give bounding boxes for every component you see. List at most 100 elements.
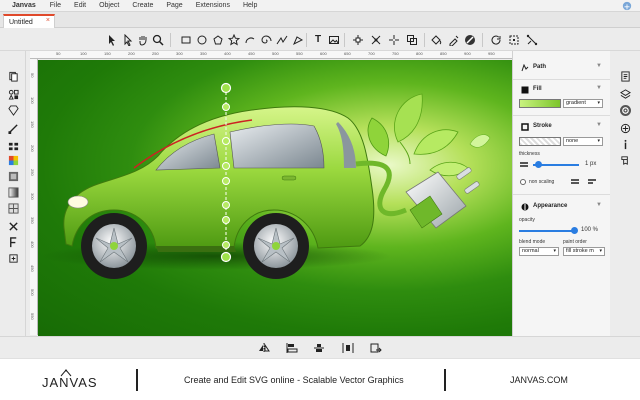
flip-horizontal-icon[interactable]: [258, 342, 270, 354]
swatches-icon[interactable]: [8, 171, 19, 182]
tab-label: Untitled: [9, 18, 33, 26]
star-icon[interactable]: [227, 33, 241, 46]
drawing-canvas[interactable]: [38, 60, 512, 336]
zoom-icon[interactable]: [152, 34, 164, 46]
appearance-collapse-icon[interactable]: ▼: [596, 202, 602, 208]
history-icon[interactable]: [620, 155, 631, 166]
polygon-icon[interactable]: [212, 34, 224, 46]
car-headlight: [67, 195, 89, 209]
line-join-icon[interactable]: [587, 178, 597, 186]
pages-icon[interactable]: [8, 71, 19, 82]
paint-order-select[interactable]: fill stroke m: [563, 247, 605, 256]
opacity-value[interactable]: 100 %: [581, 227, 598, 233]
thickness-icon: [520, 162, 528, 167]
align-distribute-icon[interactable]: [8, 141, 19, 152]
ruler-tick: 500: [272, 51, 279, 56]
ruler-tick: 550: [296, 51, 303, 56]
blend-mode-select[interactable]: normal: [519, 247, 559, 256]
pattern-icon[interactable]: [8, 203, 19, 214]
footer-site-link[interactable]: JANVAS.COM: [510, 375, 568, 385]
properties-panel: Path ▼ Fill ▼ gradient Stroke ▼ none thi…: [512, 51, 611, 341]
stroke-color-swatch[interactable]: [519, 137, 561, 146]
align-center-icon[interactable]: [313, 342, 325, 354]
opacity-slider-handle[interactable]: [571, 227, 578, 234]
fill-collapse-icon[interactable]: ▼: [596, 85, 602, 91]
ruler-tick: 250: [30, 169, 35, 176]
tab-close-icon[interactable]: ×: [46, 17, 50, 24]
menu-create[interactable]: Create: [132, 2, 153, 9]
menu-help[interactable]: Help: [243, 2, 257, 9]
node-edit-icon[interactable]: [352, 34, 364, 46]
text-tool-icon[interactable]: T: [312, 34, 324, 46]
menu-extensions[interactable]: Extensions: [196, 2, 230, 9]
pen-path-icon[interactable]: [292, 34, 304, 46]
gradient-palette-icon[interactable]: [8, 187, 19, 198]
ruler-tick: 350: [30, 217, 35, 224]
break-path-icon[interactable]: [388, 34, 400, 46]
edit-node-icon[interactable]: [8, 123, 19, 134]
fill-type-select[interactable]: gradient: [563, 99, 603, 108]
non-scaling-checkbox[interactable]: [520, 179, 526, 185]
car-rear-window: [229, 123, 325, 169]
spiral-icon[interactable]: [260, 34, 272, 46]
gradient-tool-icon[interactable]: [464, 34, 476, 46]
thickness-value[interactable]: 1 px: [585, 161, 596, 167]
opacity-slider-track[interactable]: [519, 230, 575, 232]
menu-object[interactable]: Object: [99, 2, 119, 9]
info-icon[interactable]: [620, 139, 631, 150]
stroke-collapse-icon[interactable]: ▼: [596, 122, 602, 128]
align-left-icon[interactable]: [286, 342, 298, 354]
filter-icon[interactable]: [8, 253, 19, 264]
rectangle-icon[interactable]: [180, 34, 192, 46]
ruler-tick: 150: [104, 51, 111, 56]
distribute-icon[interactable]: [342, 342, 354, 354]
image-icon[interactable]: [328, 34, 340, 46]
ruler-tick: 650: [344, 51, 351, 56]
shapes-library-icon[interactable]: [8, 89, 19, 100]
path-ops-icon[interactable]: [406, 34, 418, 46]
hand-pan-icon[interactable]: [137, 34, 149, 46]
path-collapse-icon[interactable]: ▼: [596, 63, 602, 69]
export-image-icon[interactable]: [370, 342, 382, 354]
top-ruler: 50 100 150 200 250 300 350 400 450 500 5…: [30, 51, 512, 59]
paint-bucket-icon[interactable]: [430, 34, 442, 46]
menu-edit[interactable]: Edit: [74, 2, 86, 9]
tab-untitled[interactable]: Untitled ×: [3, 14, 55, 28]
non-scaling-label: non scaling: [529, 179, 555, 185]
thickness-label: thickness: [519, 151, 540, 157]
menu-page[interactable]: Page: [166, 2, 182, 9]
freehand-icon[interactable]: [276, 34, 288, 46]
properties-icon[interactable]: [620, 71, 631, 82]
transform-icon[interactable]: [508, 34, 520, 46]
export-icon[interactable]: [620, 123, 631, 134]
settings-gear-icon[interactable]: [620, 105, 631, 116]
bottom-toolbar: [0, 336, 640, 358]
opacity-label: opacity: [519, 217, 535, 223]
ruler-tick: 850: [440, 51, 447, 56]
stroke-type-select[interactable]: none: [563, 137, 603, 146]
fill-color-swatch[interactable]: [519, 99, 561, 108]
color-palette-icon[interactable]: [8, 155, 19, 166]
node-select-icon[interactable]: [122, 33, 134, 47]
rotate-icon[interactable]: [490, 34, 502, 46]
cloud-sync-icon[interactable]: [622, 1, 632, 11]
arc-icon[interactable]: [244, 34, 256, 46]
layers-icon[interactable]: [620, 89, 631, 100]
ruler-tick: 800: [416, 51, 423, 56]
main-toolbar: T: [0, 29, 640, 51]
gem-icon[interactable]: [8, 105, 19, 116]
font-icon[interactable]: [8, 237, 19, 248]
ruler-tick: 900: [464, 51, 471, 56]
join-nodes-icon[interactable]: [370, 34, 382, 46]
footer-divider: [136, 369, 138, 391]
line-cap-icon[interactable]: [570, 178, 580, 186]
ruler-tick: 750: [392, 51, 399, 56]
path-section-title: Path: [533, 64, 547, 70]
select-arrow-icon[interactable]: [106, 34, 118, 46]
align-nodes-icon[interactable]: [526, 34, 538, 46]
eyedropper-icon[interactable]: [448, 34, 460, 47]
thickness-slider-handle[interactable]: [535, 161, 542, 168]
ellipse-icon[interactable]: [196, 34, 208, 46]
tools-cross-icon[interactable]: [8, 221, 19, 232]
menu-file[interactable]: File: [50, 2, 61, 9]
